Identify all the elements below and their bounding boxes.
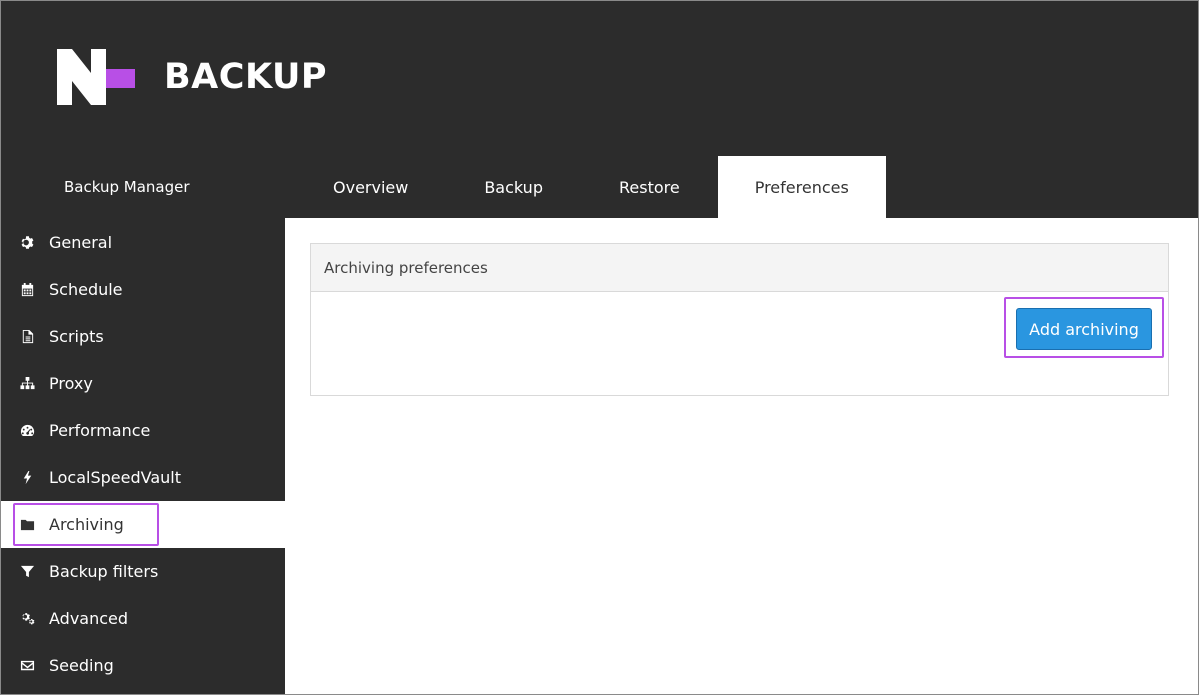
sidebar-item-seeding[interactable]: Seeding bbox=[0, 642, 285, 689]
sidebar-item-general[interactable]: General bbox=[0, 218, 285, 266]
sidebar-item-proxy[interactable]: Proxy bbox=[0, 360, 285, 407]
main-content: Archiving preferences Add archiving bbox=[285, 218, 1199, 695]
sidebar: General Schedule Scripts Proxy Performan… bbox=[0, 218, 285, 695]
sidebar-item-performance[interactable]: Performance bbox=[0, 407, 285, 454]
document-icon bbox=[19, 329, 35, 345]
sidebar-item-label: Proxy bbox=[49, 374, 93, 393]
sidebar-item-label: LocalSpeedVault bbox=[49, 468, 181, 487]
folder-icon bbox=[19, 517, 35, 533]
sidebar-item-label: Backup filters bbox=[49, 562, 159, 581]
gauge-icon bbox=[19, 423, 35, 439]
brand-title: BACKUP bbox=[164, 57, 328, 97]
app-name: Backup Manager bbox=[64, 178, 190, 196]
calendar-icon bbox=[19, 282, 35, 298]
tab-overview[interactable]: Overview bbox=[295, 156, 446, 218]
gear-icon bbox=[19, 234, 35, 250]
sidebar-item-label: Performance bbox=[49, 421, 151, 440]
header: BACKUP bbox=[0, 0, 1199, 156]
main-tabs: Overview Backup Restore Preferences bbox=[295, 156, 886, 218]
sidebar-item-advanced[interactable]: Advanced bbox=[0, 595, 285, 642]
bolt-icon bbox=[19, 470, 35, 486]
sidebar-item-label: Scripts bbox=[49, 327, 104, 346]
sidebar-item-label: Schedule bbox=[49, 280, 123, 299]
envelope-icon bbox=[19, 658, 35, 674]
sidebar-item-localspeedvault[interactable]: LocalSpeedVault bbox=[0, 454, 285, 501]
sidebar-item-backup-filters[interactable]: Backup filters bbox=[0, 548, 285, 595]
sidebar-item-label: General bbox=[49, 232, 113, 252]
sidebar-item-label: Archiving bbox=[49, 515, 124, 534]
panel-title: Archiving preferences bbox=[311, 244, 1168, 292]
sitemap-icon bbox=[19, 376, 35, 392]
tab-preferences[interactable]: Preferences bbox=[717, 156, 886, 218]
gears-icon bbox=[19, 611, 35, 627]
sidebar-item-archiving[interactable]: Archiving bbox=[0, 501, 285, 548]
sidebar-item-scripts[interactable]: Scripts bbox=[0, 313, 285, 360]
archiving-preferences-panel: Archiving preferences Add archiving bbox=[310, 243, 1169, 396]
tab-restore[interactable]: Restore bbox=[581, 156, 718, 218]
filter-icon bbox=[19, 564, 35, 580]
n-able-logo bbox=[57, 49, 135, 105]
add-archiving-button[interactable]: Add archiving bbox=[1016, 308, 1152, 350]
sidebar-item-label: Advanced bbox=[49, 609, 129, 628]
sidebar-item-label: Seeding bbox=[49, 656, 114, 675]
sidebar-item-schedule[interactable]: Schedule bbox=[0, 266, 285, 313]
tab-backup[interactable]: Backup bbox=[446, 156, 581, 218]
